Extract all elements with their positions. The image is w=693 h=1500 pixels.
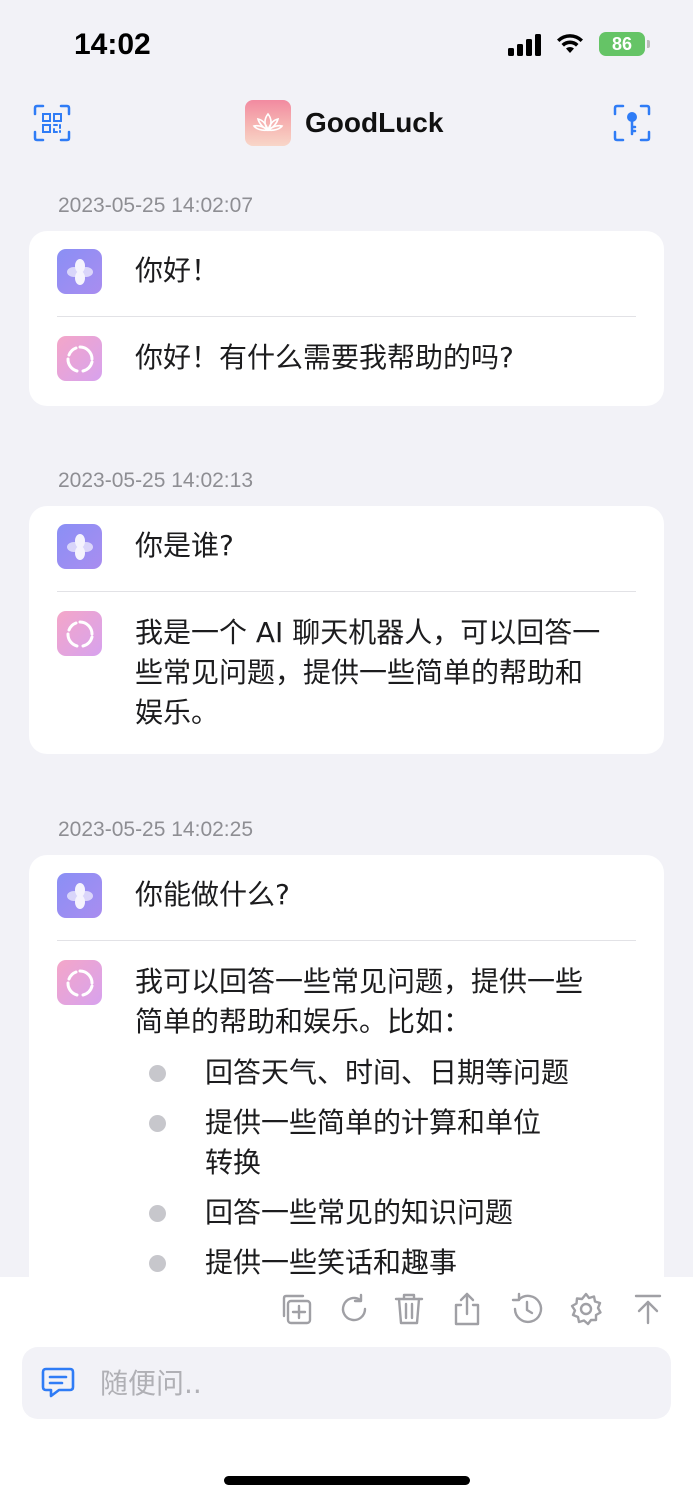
bullet-dot [149,1205,166,1222]
history-icon[interactable] [509,1291,545,1327]
nav-title-group: GoodLuck [245,100,443,146]
user-message-text: 你好！ [135,254,220,287]
divider [57,940,636,941]
bullet-dot [149,1065,166,1082]
bot-avatar-icon [57,611,102,656]
bullet-item: 提供一些笑话和趣事 [149,1243,644,1277]
wifi-icon [557,34,583,53]
bot-message-line: 我是一个 AI 聊天机器人，可以回答一 [135,616,601,649]
message-timestamp: 2023-05-25 14:02:13 [58,469,253,492]
conversation-card: 你是谁? 我是一个 AI 聊天机器人，可以回答一 些常见问题，提供一些简单的帮助… [29,506,664,754]
divider [57,316,636,317]
bot-message-line: 简单的帮助和娱乐。比如： [135,1005,472,1038]
settings-icon[interactable] [568,1291,604,1327]
status-time: 14:02 [74,28,151,61]
bot-message: 我可以回答一些常见问题，提供一些 简单的帮助和娱乐。比如： [57,960,636,1050]
share-icon[interactable] [449,1291,485,1327]
bot-message: 你好！有什么需要我帮助的吗? [57,336,636,381]
bullet-text: 提供一些简单的计算和单位 [205,1106,542,1139]
chat-area[interactable]: 2023-05-25 14:02:07 你好！ 你好！有什么需要我帮助的吗? 2… [0,180,693,1277]
user-message-text: 你是谁? [135,529,234,562]
bot-message-text: 你好！有什么需要我帮助的吗? [135,341,514,374]
bottom-panel [0,1277,693,1500]
status-icons: 86 [508,32,650,56]
chat-bubble-icon [40,1365,76,1401]
lotus-logo-icon [245,100,291,146]
bullet-list: 回答天气、时间、日期等问题 提供一些简单的计算和单位 转换 回答一些常见的知识问… [149,1053,644,1277]
user-avatar-icon [57,249,102,294]
scroll-top-icon[interactable] [630,1291,666,1327]
conversation-card: 你好！ 你好！有什么需要我帮助的吗? [29,231,664,406]
user-message: 你好！ [57,249,636,294]
key-icon[interactable] [612,103,652,143]
nav-bar: GoodLuck [0,95,693,153]
bot-message: 我是一个 AI 聊天机器人，可以回答一 些常见问题，提供一些简单的帮助和 娱乐。 [57,611,636,736]
bullet-dot [149,1255,166,1272]
bullet-item: 回答天气、时间、日期等问题 [149,1053,644,1093]
home-indicator [224,1476,470,1485]
conversation-card: 你能做什么? 我可以回答一些常见问题，提供一些 简单的帮助和娱乐。比如： 回答天… [29,855,664,1277]
bullet-text: 回答天气、时间、日期等问题 [205,1056,570,1089]
bullet-text: 回答一些常见的知识问题 [205,1196,514,1229]
user-message-text: 你能做什么? [135,878,290,911]
message-timestamp: 2023-05-25 14:02:07 [58,194,253,217]
chat-input-box[interactable] [22,1347,671,1419]
status-bar: 14:02 86 [0,0,693,90]
user-avatar-icon [57,524,102,569]
bullet-item: 回答一些常见的知识问题 [149,1193,644,1233]
bot-message-line: 些常见问题，提供一些简单的帮助和 [135,656,584,689]
user-message: 你是谁? [57,524,636,569]
refresh-icon[interactable] [336,1291,372,1327]
user-avatar-icon [57,873,102,918]
bot-avatar-icon [57,336,102,381]
user-message: 你能做什么? [57,873,636,918]
bullet-text: 转换 [205,1146,262,1179]
bullet-dot [149,1115,166,1132]
bullet-item: 提供一些简单的计算和单位 转换 [149,1103,644,1183]
trash-icon[interactable] [391,1291,427,1327]
bot-avatar-icon [57,960,102,1005]
message-timestamp: 2023-05-25 14:02:25 [58,818,253,841]
cellular-signal-icon [508,32,541,56]
new-chat-icon[interactable] [278,1291,314,1327]
battery-icon: 86 [599,32,650,56]
toolbar [0,1291,693,1331]
bullet-text: 提供一些笑话和趣事 [205,1246,458,1277]
bot-message-line: 娱乐。 [135,696,220,729]
bot-message-text: 我可以回答一些常见问题，提供一些 简单的帮助和娱乐。比如： [135,962,636,1042]
qr-code-icon[interactable] [32,103,72,143]
divider [57,591,636,592]
bot-message-line: 我可以回答一些常见问题，提供一些 [135,965,584,998]
bot-message-text: 我是一个 AI 聊天机器人，可以回答一 些常见问题，提供一些简单的帮助和 娱乐。 [135,613,636,733]
chat-input[interactable] [100,1361,640,1405]
app-title: GoodLuck [305,107,444,138]
